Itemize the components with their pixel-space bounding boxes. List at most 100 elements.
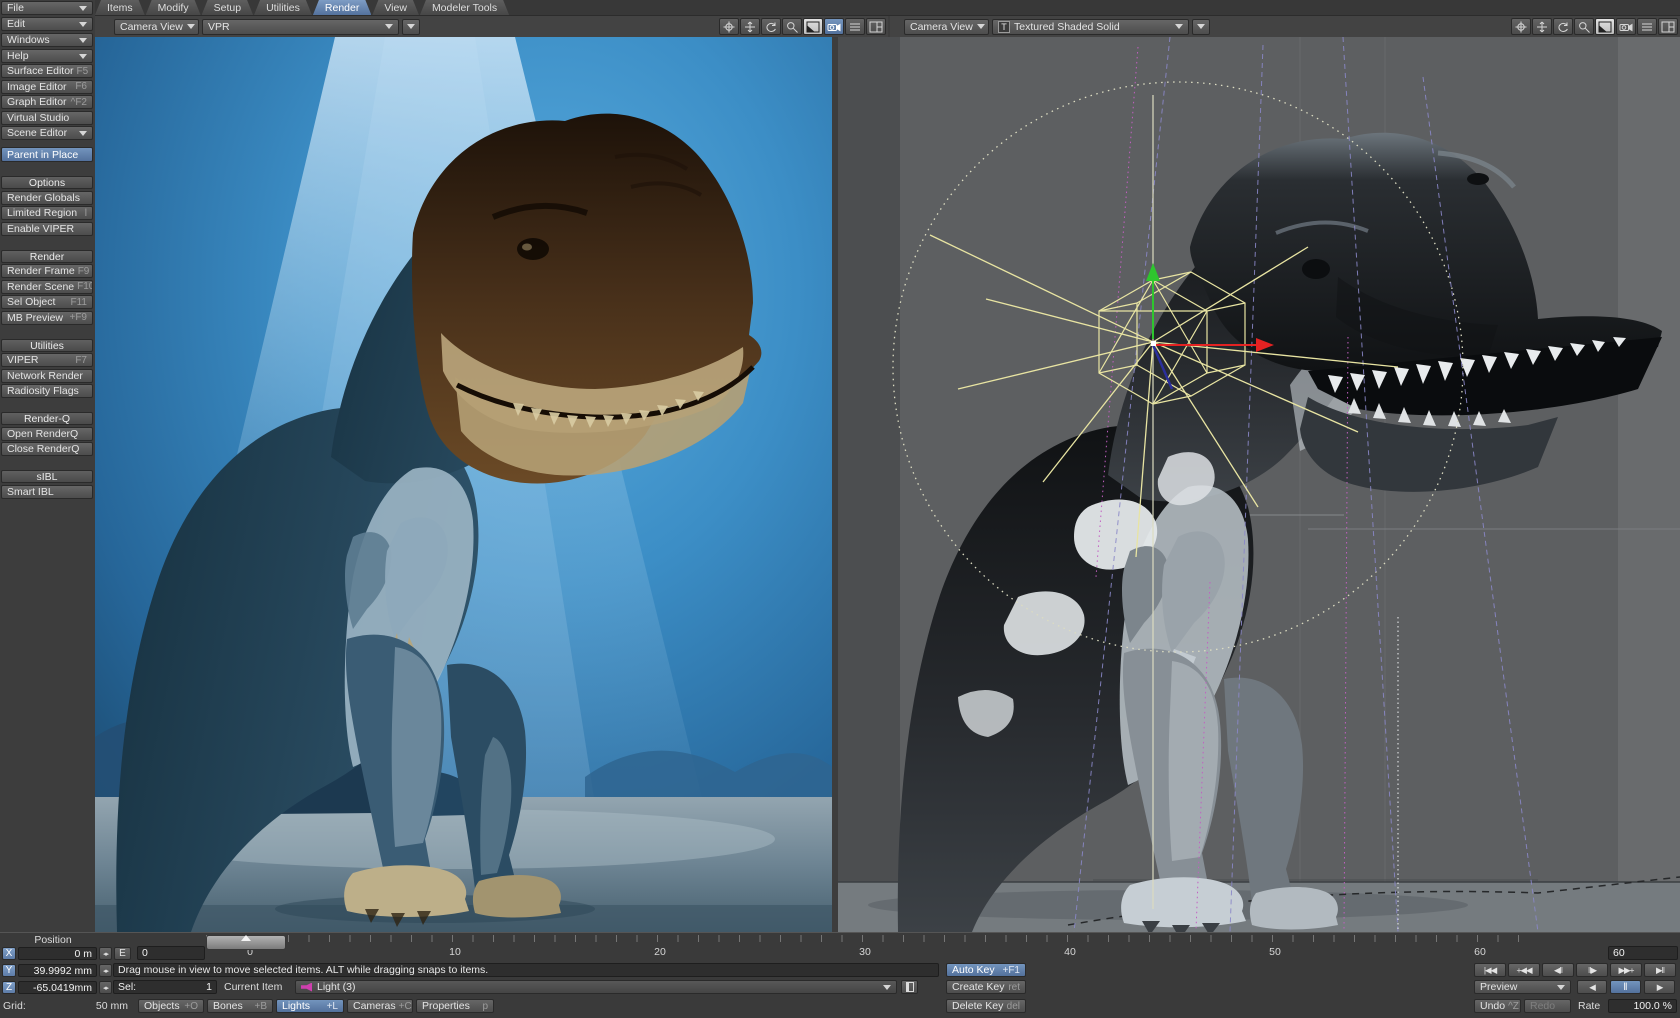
viewport-right-header: Camera View TTextured Shaded Solid xyxy=(890,16,1680,37)
sidebar-scene-editor[interactable]: Scene Editor xyxy=(1,126,93,140)
preview-dropdown[interactable]: Preview xyxy=(1474,980,1571,994)
sidebar-enable-viper[interactable]: Enable VIPER xyxy=(1,222,93,236)
rotate-icon[interactable] xyxy=(1553,18,1573,35)
step-back-button[interactable]: ◀‖ xyxy=(1542,963,1574,977)
viewport-left-mode-dropdown[interactable]: VPR xyxy=(202,19,399,35)
list-icon[interactable] xyxy=(1637,18,1657,35)
rotate-icon[interactable] xyxy=(761,18,781,35)
move-icon[interactable] xyxy=(1532,18,1552,35)
viewport-left-view-dropdown[interactable]: Camera View xyxy=(114,19,199,35)
previous-keyframe-button[interactable]: +◀◀ xyxy=(1508,963,1540,977)
sidebar-open-renderq[interactable]: Open RenderQ xyxy=(1,427,93,441)
end-frame-field[interactable]: 60 xyxy=(1608,946,1678,960)
section-header-render: Render xyxy=(1,250,93,263)
step-forward-button[interactable]: ‖▶ xyxy=(1576,963,1608,977)
sidebar-surface-editor[interactable]: Surface EditorF5 xyxy=(1,64,93,78)
rate-field[interactable]: 100.0 % xyxy=(1608,999,1677,1013)
tab-setup[interactable]: Setup xyxy=(202,0,253,15)
cameras-button[interactable]: Cameras+C xyxy=(347,999,413,1013)
lights-button[interactable]: Lights+L xyxy=(276,999,344,1013)
x-envelope-button[interactable]: E xyxy=(114,947,131,960)
z-spinner[interactable]: ◂▸ xyxy=(99,981,112,994)
sidebar-limited-region[interactable]: Limited Regionl xyxy=(1,206,93,220)
camera-icon[interactable] xyxy=(1616,18,1636,35)
x-position-field[interactable]: 0 m xyxy=(18,947,97,960)
sidebar-parent-in-place[interactable]: Parent in Place xyxy=(1,147,93,162)
go-to-end-button[interactable]: ▶‖ xyxy=(1644,963,1676,977)
sidebar-close-renderq[interactable]: Close RenderQ xyxy=(1,442,93,456)
sidebar-virtual-studio[interactable]: Virtual Studio xyxy=(1,111,93,125)
go-to-start-button[interactable]: |◀◀ xyxy=(1474,963,1506,977)
viewport-left-options-dropdown[interactable] xyxy=(402,19,420,35)
y-axis-button[interactable]: Y xyxy=(2,964,16,977)
tab-render[interactable]: Render xyxy=(313,0,371,15)
viewport-right-shaded-scene[interactable] xyxy=(838,37,1680,932)
sidebar-smart-ibl[interactable]: Smart IBL xyxy=(1,485,93,499)
sidebar-graph-editor[interactable]: Graph Editor^F2 xyxy=(1,95,93,109)
grid-label: Grid: xyxy=(3,1000,26,1012)
x-axis-button[interactable]: X xyxy=(2,947,16,960)
viewport-right-options-dropdown[interactable] xyxy=(1192,19,1210,35)
selection-count-field: Sel:1 xyxy=(113,980,217,994)
sidebar-mb-preview[interactable]: MB Preview+F9 xyxy=(1,311,93,325)
play-forward-button[interactable]: ▶ xyxy=(1644,980,1675,994)
z-axis-button[interactable]: Z xyxy=(2,981,16,994)
tab-utilities[interactable]: Utilities xyxy=(254,0,312,15)
sidebar-render-globals[interactable]: Render Globals xyxy=(1,191,93,205)
menu-edit[interactable]: Edit xyxy=(1,17,93,31)
frame-slider-handle[interactable] xyxy=(206,935,286,950)
x-spinner[interactable]: ◂▸ xyxy=(99,947,112,960)
auto-key-button[interactable]: Auto Key+F1 xyxy=(946,963,1026,977)
y-spinner[interactable]: ◂▸ xyxy=(99,964,112,977)
sidebar-render-frame[interactable]: Render FrameF9 xyxy=(1,264,93,278)
rate-label: Rate xyxy=(1578,1000,1600,1012)
camera-icon[interactable] xyxy=(824,18,844,35)
position-panel-title[interactable]: Position xyxy=(0,934,106,946)
delete-key-button[interactable]: Delete Keydel xyxy=(946,999,1026,1013)
viewport-right-mode-dropdown[interactable]: TTextured Shaded Solid xyxy=(992,19,1189,35)
z-position-field[interactable]: -65.0419mm xyxy=(18,981,97,994)
current-item-dropdown[interactable]: Light (3) xyxy=(295,980,897,994)
sidebar-radiosity-flags[interactable]: Radiosity Flags xyxy=(1,384,93,398)
play-reverse-button[interactable]: ◀ xyxy=(1577,980,1607,994)
zoom-icon[interactable] xyxy=(782,18,802,35)
layout-icon[interactable] xyxy=(866,18,886,35)
sidebar-render-scene[interactable]: Render SceneF10 xyxy=(1,280,93,294)
redo-button[interactable]: Redo xyxy=(1524,999,1571,1013)
viewport-right-view-dropdown[interactable]: Camera View xyxy=(904,19,989,35)
properties-button[interactable]: Propertiesp xyxy=(416,999,494,1013)
objects-button[interactable]: Objects+O xyxy=(138,999,204,1013)
menu-help[interactable]: Help xyxy=(1,49,93,63)
current-frame-field[interactable]: 0 xyxy=(137,946,205,960)
frame-slider[interactable]: 0 10 20 30 40 50 60 xyxy=(206,935,1532,959)
pan-icon[interactable] xyxy=(719,18,739,35)
sidebar-viper[interactable]: VIPERF7 xyxy=(1,353,93,367)
viewport-left-header: Camera View VPR xyxy=(95,16,888,37)
list-icon[interactable] xyxy=(845,18,865,35)
tab-modeler-tools[interactable]: Modeler Tools xyxy=(420,0,509,15)
move-icon[interactable] xyxy=(740,18,760,35)
menu-file[interactable]: File xyxy=(1,1,93,15)
tab-modify[interactable]: Modify xyxy=(146,0,201,15)
sidebar-network-render[interactable]: Network Render xyxy=(1,369,93,383)
zoom-icon[interactable] xyxy=(1574,18,1594,35)
next-keyframe-button[interactable]: ▶▶+ xyxy=(1610,963,1642,977)
pan-icon[interactable] xyxy=(1511,18,1531,35)
menu-windows[interactable]: Windows xyxy=(1,33,93,47)
sidebar-sel-object[interactable]: Sel ObjectF11 xyxy=(1,295,93,309)
sidebar-image-editor[interactable]: Image EditorF6 xyxy=(1,80,93,94)
tab-items[interactable]: Items xyxy=(95,0,145,15)
y-position-field[interactable]: 39.9992 mm xyxy=(18,964,97,977)
minmax-icon[interactable] xyxy=(1595,18,1615,35)
create-key-button[interactable]: Create Keyret xyxy=(946,980,1026,994)
undo-button[interactable]: Undo^Z xyxy=(1474,999,1521,1013)
item-properties-toggle-button[interactable] xyxy=(901,980,918,994)
panel-toggle-icon xyxy=(906,982,914,992)
viewport-left-vpr-scene[interactable] xyxy=(95,37,832,932)
bones-button[interactable]: Bones+B xyxy=(207,999,273,1013)
minmax-icon[interactable] xyxy=(803,18,823,35)
pause-button[interactable]: ‖ xyxy=(1610,980,1641,994)
chevron-down-icon xyxy=(1557,985,1565,990)
tab-view[interactable]: View xyxy=(372,0,419,15)
layout-icon[interactable] xyxy=(1658,18,1678,35)
